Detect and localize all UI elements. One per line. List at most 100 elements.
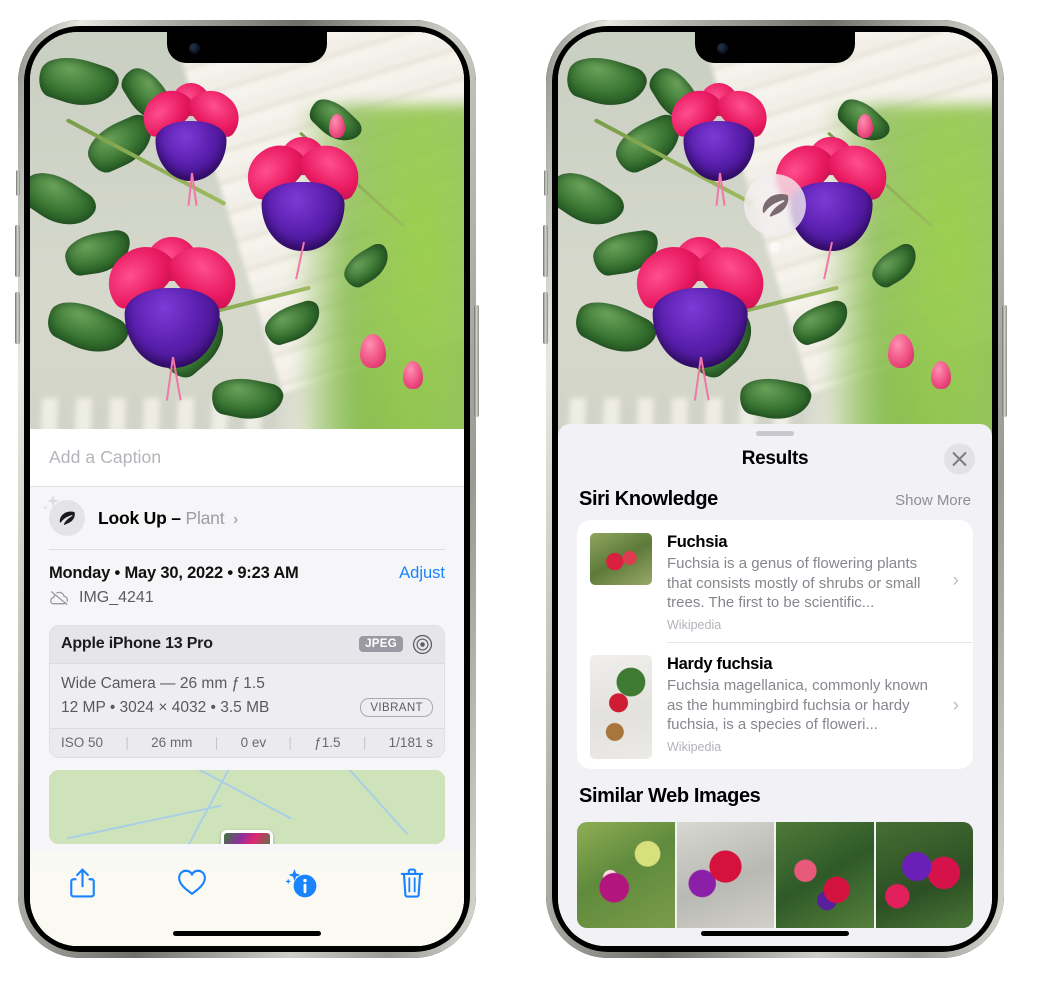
show-more-button[interactable]: Show More [895,492,971,509]
stat-separator: | [362,734,367,750]
knowledge-thumbnail [590,533,652,585]
volume-up-button[interactable] [15,225,20,277]
front-camera [189,43,200,54]
volume-down-button[interactable] [543,292,548,344]
look-up-subject: Plant [185,507,225,528]
exif-stat-ev: 0 ev [240,734,267,750]
adjust-button[interactable]: Adjust [399,564,445,583]
flower-2 [623,233,778,401]
heart-icon [178,869,206,896]
knowledge-item[interactable]: Fuchsia Fuchsia is a genus of flowering … [577,520,973,642]
device-notch [167,32,327,63]
stat-separator: | [125,734,129,750]
chevron-right-icon: › [952,569,959,591]
device-notch [695,32,855,63]
web-image-item[interactable] [676,822,774,928]
exif-body: Wide Camera — 26 mm ƒ 1.5 12 MP • 3024 ×… [50,663,444,728]
knowledge-title: Fuchsia [667,533,728,551]
visual-lookup-badge[interactable] [744,174,806,252]
info-button[interactable] [280,868,324,900]
chevron-right-icon: › [952,694,959,716]
photo-info-sheet: Add a Caption Look Up – Plant › Monday •… [30,429,464,946]
knowledge-source: Wikipedia [667,739,722,754]
similar-web-images-grid [558,822,992,928]
flower-2 [95,233,250,401]
siri-knowledge-title: Siri Knowledge [579,488,718,510]
photo-filename: IMG_4241 [79,588,154,606]
close-icon [952,452,967,466]
siri-knowledge-header: Siri Knowledge Show More [558,482,992,520]
favorite-button[interactable] [170,868,214,896]
exif-header: Apple iPhone 13 Pro JPEG [50,625,444,664]
photo-metadata: Monday • May 30, 2022 • 9:23 AM Adjust I… [30,550,464,617]
vibrant-badge: VIBRANT [360,698,433,718]
front-camera [717,43,728,54]
trash-icon [400,868,424,898]
flower-1 [133,80,249,206]
results-header: Results [558,436,992,482]
web-image-item[interactable] [875,822,973,928]
exif-stats-row: ISO 50 | 26 mm | 0 ev | ƒ1.5 | 1/181 s [50,727,444,757]
close-button[interactable] [944,443,975,475]
knowledge-source: Wikipedia [667,617,722,632]
info-sparkle-icon [285,869,317,898]
exif-stat-shutter: 1/181 s [388,734,433,750]
mute-switch[interactable] [544,170,548,196]
look-up-title: Look Up – [98,507,181,528]
results-sheet: Results Siri Knowledge Show More Fuchsia… [558,424,992,946]
knowledge-description: Fuchsia magellanica, commonly known as t… [667,677,928,733]
caption-placeholder: Add a Caption [49,447,162,467]
knowledge-title: Hardy fuchsia [667,655,773,673]
home-indicator[interactable] [173,931,321,936]
leaf-badge [42,495,85,536]
delete-button[interactable] [390,868,434,898]
screenshot-root: Add a Caption Look Up – Plant › Monday •… [0,0,1055,985]
caption-input-row[interactable]: Add a Caption [30,429,464,487]
flower-1 [661,80,777,206]
power-button[interactable] [474,305,479,417]
leaf-icon [762,194,789,217]
mute-switch[interactable] [16,170,20,196]
map-photo-pin [221,829,273,844]
format-badge: JPEG [359,636,403,652]
share-button[interactable] [60,868,104,898]
exif-stat-aperture: ƒ1.5 [314,734,341,750]
share-icon [69,868,95,898]
web-image-item[interactable] [577,822,675,928]
lens-info: Wide Camera — 26 mm ƒ 1.5 [61,674,265,692]
knowledge-item[interactable]: Hardy fuchsia Fuchsia magellanica, commo… [577,642,973,769]
exif-stat-focal: 26 mm [151,734,193,750]
image-size-info: 12 MP • 3024 × 4032 • 3.5 MB [61,698,270,716]
results-title: Results [741,448,809,469]
left-phone-device: Add a Caption Look Up – Plant › Monday •… [15,20,479,958]
power-button[interactable] [1002,305,1007,417]
chevron-right-icon: › [233,510,239,528]
leaf-bubble [744,174,806,236]
similar-web-images-title: Similar Web Images [579,785,761,807]
knowledge-description: Fuchsia is a genus of flowering plants t… [667,555,921,611]
right-phone-device: Results Siri Knowledge Show More Fuchsia… [543,20,1007,958]
stat-separator: | [288,734,292,750]
aperture-icon [412,634,433,654]
similar-web-images-header: Similar Web Images [558,769,992,814]
web-image-item[interactable] [776,822,874,928]
volume-down-button[interactable] [15,292,20,344]
look-up-label: Look Up – Plant › [98,508,238,529]
stat-separator: | [214,734,219,750]
exif-card[interactable]: Apple iPhone 13 Pro JPEG Wide Camera — 2… [49,624,445,758]
photo-datetime: Monday • May 30, 2022 • 9:23 AM [49,563,299,582]
knowledge-thumbnail [590,655,652,759]
location-map-card[interactable] [49,769,445,844]
siri-knowledge-card: Fuchsia Fuchsia is a genus of flowering … [577,520,973,769]
home-indicator[interactable] [701,931,849,936]
flower-3 [235,133,371,280]
exif-stat-iso: ISO 50 [61,734,104,750]
icloud-slash-icon [50,589,69,605]
volume-up-button[interactable] [543,225,548,277]
left-phone-screen: Add a Caption Look Up – Plant › Monday •… [30,32,464,946]
sparkle-icon [42,495,59,511]
look-up-row[interactable]: Look Up – Plant › [30,487,464,549]
right-phone-screen: Results Siri Knowledge Show More Fuchsia… [558,32,992,946]
badge-anchor-dot [770,242,780,252]
camera-device: Apple iPhone 13 Pro [61,635,213,652]
